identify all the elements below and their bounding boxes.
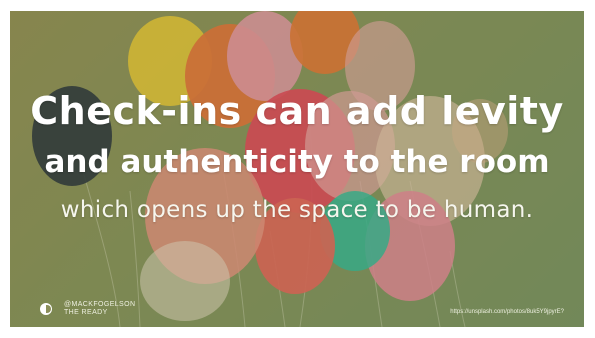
footer-attribution: @MACKFOGELSON THE READY bbox=[40, 301, 135, 317]
subheadline: which opens up the space to be human. bbox=[60, 197, 534, 223]
slide: Check-ins can add levity and authenticit… bbox=[10, 11, 584, 327]
headline-line2: and authenticity to the room bbox=[44, 144, 550, 180]
brand-logo-icon bbox=[40, 303, 52, 315]
footer-author-line1: @MACKFOGELSON bbox=[64, 301, 136, 308]
source-url: https://unsplash.com/photos/8uk5Y9jpyrE? bbox=[450, 309, 564, 315]
footer-author-line2: THE READY bbox=[64, 309, 108, 316]
footer-author: @MACKFOGELSON THE READY bbox=[64, 301, 135, 317]
headline-line1: Check-ins can add levity bbox=[30, 89, 564, 133]
